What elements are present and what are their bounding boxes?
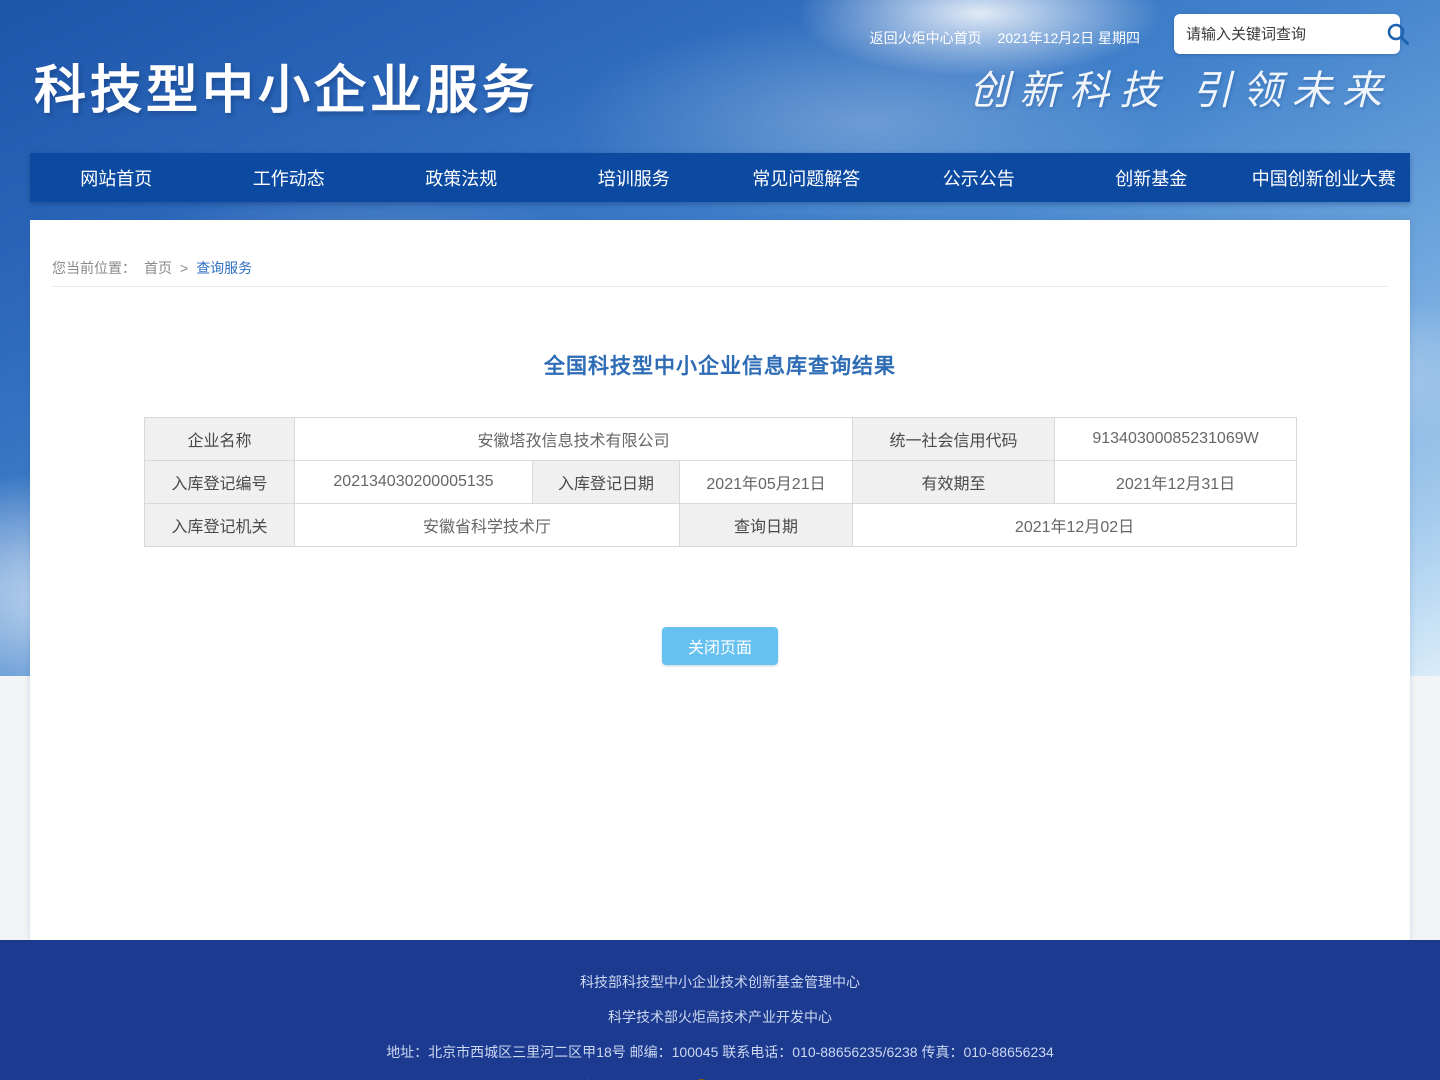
current-date-text: 2021年12月2日 星期四 — [998, 28, 1140, 48]
close-page-button[interactable]: 关闭页面 — [662, 627, 778, 665]
registration-no-value: 202134030200005135 — [295, 461, 533, 504]
site-title: 科技型中小企业服务 — [34, 48, 538, 123]
company-name-value: 安徽塔孜信息技术有限公司 — [295, 418, 853, 461]
breadcrumb-home-link[interactable]: 首页 — [144, 258, 172, 278]
table-row: 企业名称 安徽塔孜信息技术有限公司 统一社会信用代码 9134030008523… — [145, 418, 1297, 461]
valid-until-value: 2021年12月31日 — [1055, 461, 1297, 504]
registration-authority-value: 安徽省科学技术厅 — [295, 504, 680, 547]
nav-item-training[interactable]: 培训服务 — [548, 153, 721, 202]
footer-line-torch-center: 科学技术部火炬高技术产业开发中心 — [608, 1007, 832, 1027]
nav-item-innovation-competition[interactable]: 中国创新创业大赛 — [1238, 153, 1411, 202]
nav-item-innovation-fund[interactable]: 创新基金 — [1065, 153, 1238, 202]
nav-item-faq[interactable]: 常见问题解答 — [720, 153, 893, 202]
query-date-value: 2021年12月02日 — [853, 504, 1297, 547]
breadcrumb-prefix: 您当前位置： — [52, 258, 136, 278]
main-nav: 网站首页 工作动态 政策法规 培训服务 常见问题解答 公示公告 创新基金 中国创… — [30, 153, 1410, 202]
nav-item-announcements[interactable]: 公示公告 — [893, 153, 1066, 202]
registration-date-label: 入库登记日期 — [533, 461, 680, 504]
valid-until-label: 有效期至 — [853, 461, 1055, 504]
search-box — [1174, 14, 1400, 54]
breadcrumb-divider — [52, 286, 1388, 287]
credit-code-label: 统一社会信用代码 — [853, 418, 1055, 461]
footer: 科技部科技型中小企业技术创新基金管理中心 科学技术部火炬高技术产业开发中心 地址… — [0, 940, 1440, 1080]
topbar: 返回火炬中心首页 2021年12月2日 星期四 — [870, 28, 1140, 48]
footer-line-fund-center: 科技部科技型中小企业技术创新基金管理中心 — [580, 972, 860, 992]
breadcrumb-separator: > — [180, 260, 188, 276]
table-row: 入库登记编号 202134030200005135 入库登记日期 2021年05… — [145, 461, 1297, 504]
footer-line-address: 地址：北京市西城区三里河二区甲18号 邮编：100045 联系电话：010-88… — [386, 1042, 1054, 1062]
content-panel: 您当前位置： 首页 > 查询服务 全国科技型中小企业信息库查询结果 企业名称 安… — [30, 220, 1410, 940]
page-title: 全国科技型中小企业信息库查询结果 — [30, 350, 1410, 380]
nav-item-policies[interactable]: 政策法规 — [375, 153, 548, 202]
breadcrumb: 您当前位置： 首页 > 查询服务 — [52, 258, 252, 278]
nav-item-home[interactable]: 网站首页 — [30, 153, 203, 202]
back-to-torch-home-link[interactable]: 返回火炬中心首页 — [870, 28, 982, 48]
nav-item-work-news[interactable]: 工作动态 — [203, 153, 376, 202]
credit-code-value: 91340300085231069W — [1055, 418, 1297, 461]
search-icon[interactable] — [1385, 21, 1411, 47]
query-result-table: 企业名称 安徽塔孜信息技术有限公司 统一社会信用代码 9134030008523… — [144, 417, 1297, 547]
registration-authority-label: 入库登记机关 — [145, 504, 295, 547]
company-name-label: 企业名称 — [145, 418, 295, 461]
search-input[interactable] — [1186, 26, 1385, 43]
registration-date-value: 2021年05月21日 — [680, 461, 853, 504]
site-slogan: 创新科技 引领未来 — [969, 58, 1392, 116]
breadcrumb-current-link[interactable]: 查询服务 — [196, 258, 252, 278]
table-row: 入库登记机关 安徽省科学技术厅 查询日期 2021年12月02日 — [145, 504, 1297, 547]
query-date-label: 查询日期 — [680, 504, 853, 547]
registration-no-label: 入库登记编号 — [145, 461, 295, 504]
